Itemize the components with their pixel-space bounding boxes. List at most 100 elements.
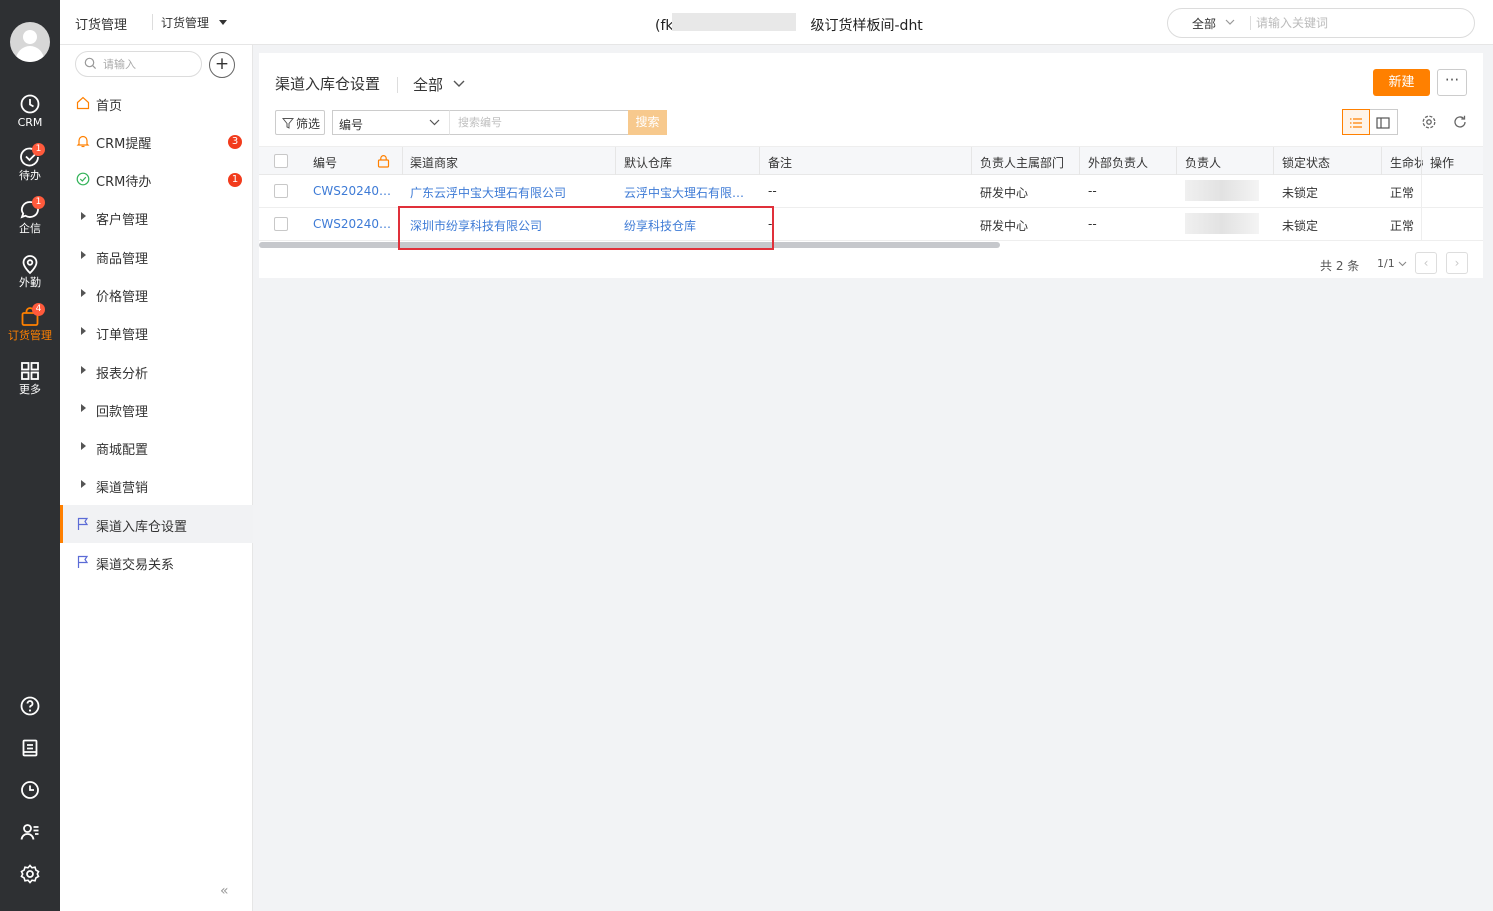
prev-page-button[interactable]: ‹ bbox=[1415, 252, 1437, 274]
column-header[interactable]: 默认仓库 bbox=[624, 154, 672, 171]
chevron-down-icon bbox=[1398, 261, 1407, 267]
page-indicator: 1/1 bbox=[1377, 257, 1395, 270]
column-header[interactable]: 负责人 bbox=[1185, 154, 1221, 171]
sidebar-item-crm-todo[interactable]: CRM待办 1 bbox=[60, 160, 253, 198]
table-row[interactable]: CWS202406... 广东云浮中宝大理石有限公司 云浮中宝大理石有限公...… bbox=[259, 175, 1483, 208]
expand-triangle-icon bbox=[81, 366, 86, 374]
sidebar-item-channel-warehouse[interactable]: 渠道入库仓设置 bbox=[60, 505, 253, 543]
sidebar-item-label: 订单管理 bbox=[96, 328, 149, 343]
module-select[interactable]: 订货管理 bbox=[161, 14, 209, 31]
sidebar-item-channel-trade[interactable]: 渠道交易关系 bbox=[60, 543, 253, 581]
refresh-icon[interactable] bbox=[1452, 114, 1468, 130]
sidebar-item-orders[interactable]: 订单管理 bbox=[60, 313, 253, 351]
history-icon[interactable] bbox=[19, 779, 41, 801]
sidebar-item-payments[interactable]: 回款管理 bbox=[60, 390, 253, 428]
search-icon bbox=[84, 57, 97, 70]
rail-item-more[interactable]: 更多 bbox=[0, 360, 60, 396]
list-view-icon bbox=[1350, 118, 1362, 128]
notebook-icon[interactable] bbox=[19, 737, 41, 759]
page-select[interactable]: 1/1 bbox=[1377, 257, 1407, 270]
new-button[interactable]: 新建 bbox=[1373, 69, 1430, 96]
contacts-icon[interactable] bbox=[19, 821, 41, 843]
column-header[interactable]: 负责人主属部门 bbox=[980, 154, 1064, 171]
tenant-title-right: 级订货样板间-dht bbox=[810, 18, 923, 34]
list-view-button[interactable] bbox=[1342, 109, 1370, 135]
rail-item-todo[interactable]: 待办 1 bbox=[0, 143, 60, 182]
record-id-link[interactable]: CWS202406... bbox=[313, 184, 395, 198]
filter-button[interactable]: 筛选 bbox=[275, 110, 325, 135]
lock-status-cell: 未锁定 bbox=[1282, 186, 1319, 200]
sidebar-item-customers[interactable]: 客户管理 bbox=[60, 198, 253, 236]
rail-item-field[interactable]: 外勤 bbox=[0, 253, 60, 289]
department-cell: 研发中心 bbox=[980, 219, 1029, 233]
table-header: 编号 渠道商家 默认仓库 备注 负责人主属部门 外部负责人 负责人 锁定状态 生… bbox=[259, 146, 1483, 176]
page-title: 渠道入库仓设置 bbox=[275, 75, 381, 93]
rail-label: 订货管理 bbox=[8, 329, 52, 342]
rail-badge: 1 bbox=[32, 196, 45, 209]
expand-triangle-icon bbox=[81, 327, 86, 335]
global-search-input[interactable] bbox=[1256, 14, 1456, 32]
search-field-select[interactable]: 编号 bbox=[332, 110, 449, 135]
scope-select[interactable]: 全部 bbox=[413, 74, 443, 95]
sidebar-item-reports[interactable]: 报表分析 bbox=[60, 352, 253, 390]
sidebar-item-pricing[interactable]: 价格管理 bbox=[60, 275, 253, 313]
rail-badge: 1 bbox=[32, 143, 45, 156]
search-field-value: 编号 bbox=[339, 118, 364, 132]
sidebar-item-label: CRM待办 bbox=[96, 175, 152, 190]
sidebar-item-channel-marketing[interactable]: 渠道营销 bbox=[60, 466, 253, 504]
sidebar-item-home[interactable]: 首页 bbox=[60, 84, 253, 122]
collapse-sidebar-button[interactable]: « bbox=[220, 883, 229, 899]
settings-icon[interactable] bbox=[19, 863, 41, 885]
caret-down-icon[interactable] bbox=[219, 20, 227, 25]
divider bbox=[759, 147, 760, 176]
funnel-icon bbox=[282, 118, 294, 129]
record-id-link[interactable]: CWS202405... bbox=[313, 217, 395, 231]
add-menu-button[interactable]: + bbox=[209, 52, 235, 78]
sidebar-item-label: 渠道营销 bbox=[96, 481, 149, 496]
split-view-button[interactable] bbox=[1370, 109, 1398, 135]
more-button[interactable]: ··· bbox=[1437, 69, 1467, 96]
rail-label: CRM bbox=[17, 116, 43, 129]
department-cell: 研发中心 bbox=[980, 186, 1029, 200]
search-input[interactable] bbox=[449, 110, 629, 135]
sidebar-item-mall-config[interactable]: 商城配置 bbox=[60, 428, 253, 466]
app-window: CRM 待办 1 企信 1 外勤 订货管理 4 更多 订货管理 订货管理 (fk… bbox=[0, 0, 1493, 911]
search-button[interactable]: 搜索 bbox=[628, 110, 667, 135]
column-header[interactable]: 备注 bbox=[768, 154, 792, 171]
rail-badge: 4 bbox=[32, 303, 45, 316]
redacted-owner bbox=[1185, 213, 1259, 234]
top-bar: 订货管理 订货管理 (fk 级订货样板间-dht 全部 bbox=[60, 0, 1493, 45]
chevron-down-icon[interactable] bbox=[1225, 19, 1235, 25]
settings-icon[interactable] bbox=[1421, 114, 1437, 130]
rail-item-ordering[interactable]: 订货管理 4 bbox=[0, 303, 60, 342]
column-header[interactable]: 编号 bbox=[313, 154, 337, 171]
row-checkbox[interactable] bbox=[274, 184, 288, 198]
rail-item-crm[interactable]: CRM bbox=[0, 93, 60, 129]
sidebar-item-products[interactable]: 商品管理 bbox=[60, 237, 253, 275]
column-header[interactable]: 渠道商家 bbox=[410, 154, 458, 171]
row-checkbox[interactable] bbox=[274, 217, 288, 231]
sidebar-item-label: CRM提醒 bbox=[96, 137, 152, 152]
column-header[interactable]: 生命状 bbox=[1390, 154, 1423, 171]
remark-cell: -- bbox=[768, 184, 777, 198]
search-scope-select[interactable]: 全部 bbox=[1192, 15, 1216, 32]
flag-icon bbox=[77, 555, 89, 568]
life-status-cell: 正常 bbox=[1390, 219, 1415, 233]
count-badge: 1 bbox=[228, 173, 242, 187]
warehouse-link[interactable]: 云浮中宝大理石有限公... bbox=[624, 184, 754, 201]
merchant-link[interactable]: 广东云浮中宝大理石有限公司 bbox=[410, 184, 610, 201]
column-header[interactable]: 锁定状态 bbox=[1282, 154, 1330, 171]
grid-icon bbox=[21, 362, 39, 380]
next-page-button[interactable]: › bbox=[1446, 252, 1468, 274]
expand-triangle-icon bbox=[81, 251, 86, 259]
column-header[interactable]: 外部负责人 bbox=[1088, 154, 1148, 171]
select-all-checkbox[interactable] bbox=[274, 154, 288, 168]
divider bbox=[152, 14, 153, 30]
divider bbox=[1421, 147, 1422, 176]
user-avatar[interactable] bbox=[10, 22, 50, 62]
sidebar-search-input[interactable] bbox=[103, 56, 193, 72]
chevron-down-icon[interactable] bbox=[453, 80, 465, 88]
rail-item-chat[interactable]: 企信 1 bbox=[0, 196, 60, 235]
help-icon[interactable] bbox=[19, 695, 41, 717]
sidebar-item-crm-reminder[interactable]: CRM提醒 3 bbox=[60, 122, 253, 160]
